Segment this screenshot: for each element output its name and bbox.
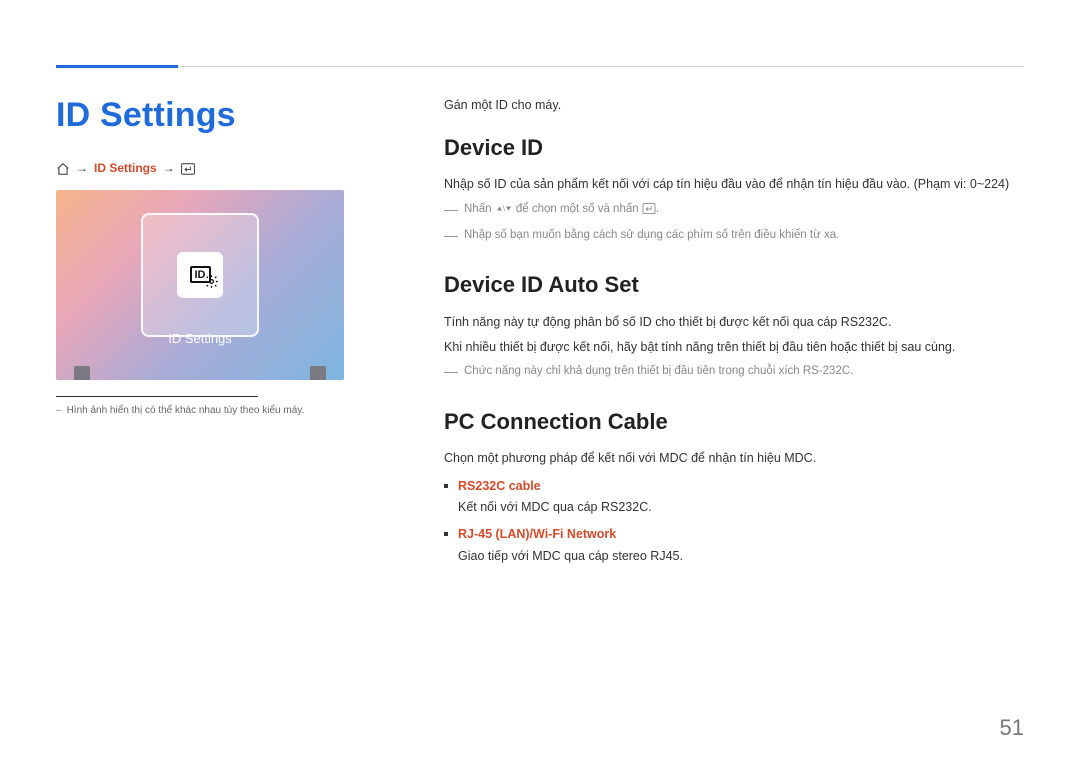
section-heading-pc-cable: PC Connection Cable bbox=[444, 405, 1024, 439]
option-label-rj45: RJ-45 (LAN)/Wi-Fi Network bbox=[458, 525, 1024, 544]
gear-icon bbox=[204, 274, 219, 294]
page-number: 51 bbox=[1000, 715, 1024, 741]
device-id-desc: Nhập số ID của sản phẩm kết nối với cáp … bbox=[444, 175, 1024, 194]
device-id-note-2: Nhập số bạn muốn bằng cách sử dụng các p… bbox=[444, 227, 1024, 245]
long-dash-icon bbox=[444, 236, 458, 237]
bullet-icon bbox=[444, 484, 448, 488]
tv-feet-icon bbox=[56, 366, 344, 380]
list-item: RJ-45 (LAN)/Wi-Fi Network Giao tiếp với … bbox=[444, 525, 1024, 566]
pc-cable-desc: Chọn một phương pháp để kết nối với MDC … bbox=[444, 449, 1024, 468]
thumbnail-caption: ID Settings bbox=[56, 331, 344, 346]
long-dash-icon bbox=[444, 372, 458, 373]
left-column: ID Settings → ID Settings → bbox=[56, 96, 366, 566]
manual-page: ID Settings → ID Settings → bbox=[0, 0, 1080, 763]
page-title: ID Settings bbox=[56, 96, 366, 135]
cable-options-list: RS232C cable Kết nối với MDC qua cáp RS2… bbox=[444, 477, 1024, 567]
device-id-note-1-text: Nhấn để chọn một số và nhấn . bbox=[464, 201, 1024, 221]
enter-icon bbox=[642, 203, 656, 221]
right-column: Gán một ID cho máy. Device ID Nhập số ID… bbox=[444, 96, 1024, 566]
long-dash-icon bbox=[444, 210, 458, 211]
device-id-note-2-text: Nhập số bạn muốn bằng cách sử dụng các p… bbox=[464, 227, 1024, 245]
auto-set-note: Chức năng này chỉ khả dụng trên thiết bị… bbox=[444, 363, 1024, 381]
note-text-pre: Nhấn bbox=[464, 203, 495, 215]
thumbnail-card: ID bbox=[141, 213, 259, 337]
rule-line bbox=[56, 66, 1024, 67]
enter-icon bbox=[181, 161, 195, 175]
feature-thumbnail: ID ID Settings bbox=[56, 190, 344, 380]
auto-set-note-text: Chức năng này chỉ khả dụng trên thiết bị… bbox=[464, 363, 1024, 381]
breadcrumb-item-id-settings: ID Settings bbox=[94, 161, 157, 175]
section-heading-auto-set: Device ID Auto Set bbox=[444, 268, 1024, 302]
list-item: RS232C cable Kết nối với MDC qua cáp RS2… bbox=[444, 477, 1024, 518]
rule-accent bbox=[56, 65, 178, 68]
option-desc-rj45: Giao tiếp với MDC qua cáp stereo RJ45. bbox=[458, 547, 1024, 566]
arrow-right-icon: → bbox=[163, 161, 175, 175]
option-desc-rs232c: Kết nối với MDC qua cáp RS232C. bbox=[458, 498, 1024, 517]
auto-set-desc-1: Tính năng này tự động phân bổ số ID cho … bbox=[444, 313, 1024, 332]
thumbnail-disclaimer: – Hình ảnh hiển thị có thể khác nhau tùy… bbox=[56, 405, 366, 416]
list-item-content: RS232C cable Kết nối với MDC qua cáp RS2… bbox=[458, 477, 1024, 518]
option-label-rs232c: RS232C cable bbox=[458, 477, 1024, 496]
up-down-arrow-icon bbox=[495, 203, 513, 221]
bullet-icon bbox=[444, 532, 448, 536]
note-rule bbox=[56, 396, 258, 397]
device-id-note-1: Nhấn để chọn một số và nhấn . bbox=[444, 201, 1024, 221]
arrow-right-icon: → bbox=[76, 161, 88, 175]
period: . bbox=[656, 203, 659, 215]
content-columns: ID Settings → ID Settings → bbox=[56, 0, 1024, 566]
home-icon bbox=[56, 161, 70, 176]
intro-text: Gán một ID cho máy. bbox=[444, 96, 1024, 115]
breadcrumb: → ID Settings → bbox=[56, 161, 366, 176]
auto-set-desc-2: Khi nhiều thiết bị được kết nối, hãy bật… bbox=[444, 338, 1024, 357]
section-heading-device-id: Device ID bbox=[444, 131, 1024, 165]
disclaimer-text: Hình ảnh hiển thị có thể khác nhau tùy t… bbox=[67, 405, 305, 416]
dash-icon: – bbox=[56, 405, 62, 416]
list-item-content: RJ-45 (LAN)/Wi-Fi Network Giao tiếp với … bbox=[458, 525, 1024, 566]
note-text-post: để chọn một số và nhấn bbox=[513, 203, 642, 215]
thumbnail-icon-box: ID bbox=[177, 252, 223, 298]
